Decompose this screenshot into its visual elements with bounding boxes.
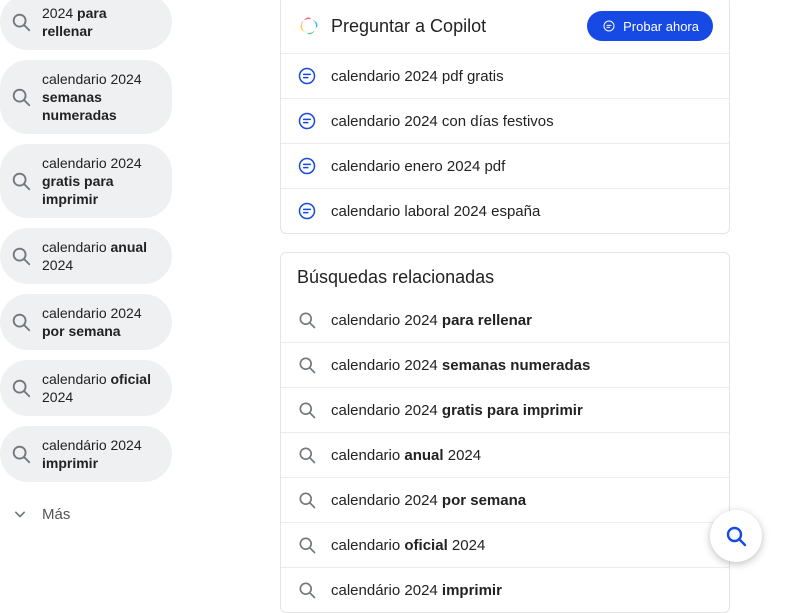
search-fab-button[interactable]: [710, 510, 762, 562]
related-search-item[interactable]: calendario 2024 por semana: [281, 477, 729, 522]
copilot-suggestion-list: calendario 2024 pdf gratis calendario 20…: [281, 54, 729, 233]
suggestion-text: calendario laboral 2024 españa: [331, 203, 540, 220]
pill-label: calendario anual 2024: [42, 238, 160, 274]
copilot-suggestion[interactable]: calendario 2024 con días festivos: [281, 98, 729, 143]
copilot-title: Preguntar a Copilot: [331, 16, 577, 37]
chat-icon: [297, 66, 317, 86]
related-search-text: calendario oficial 2024: [331, 537, 485, 554]
search-icon: [297, 310, 317, 330]
copilot-suggestion[interactable]: calendario 2024 pdf gratis: [281, 54, 729, 98]
search-icon: [10, 170, 32, 192]
related-search-text: calendario 2024 semanas numeradas: [331, 357, 590, 374]
related-search-item[interactable]: calendário 2024 imprimir: [281, 567, 729, 612]
related-search-text: calendário 2024 imprimir: [331, 582, 502, 599]
search-icon: [297, 355, 317, 375]
related-searches-list: calendario 2024 para rellenar calendario…: [281, 298, 729, 612]
pill-label: calendario 2024 por semana: [42, 304, 160, 340]
search-icon: [724, 524, 748, 548]
chat-icon: [601, 18, 617, 34]
copilot-icon: [297, 14, 321, 38]
copilot-suggestion[interactable]: calendario enero 2024 pdf: [281, 143, 729, 188]
search-icon: [297, 400, 317, 420]
try-now-label: Probar ahora: [623, 19, 699, 34]
show-more-button[interactable]: Más: [0, 492, 172, 536]
chevron-down-icon: [10, 504, 30, 524]
search-icon: [10, 443, 32, 465]
related-search-item[interactable]: calendario 2024 semanas numeradas: [281, 342, 729, 387]
try-now-button[interactable]: Probar ahora: [587, 11, 713, 41]
pill-label: calendario 2024 gratis para imprimir: [42, 154, 160, 208]
copilot-card: Preguntar a Copilot Probar ahora calenda…: [280, 0, 730, 234]
pill-label: calendário 2024 imprimir: [42, 436, 160, 472]
search-icon: [297, 445, 317, 465]
related-pill-column: 2024 para rellenar calendario 2024 seman…: [0, 0, 180, 600]
related-search-text: calendario anual 2024: [331, 447, 481, 464]
search-icon: [297, 535, 317, 555]
suggestion-text: calendario 2024 pdf gratis: [331, 68, 504, 85]
related-search-text: calendario 2024 para rellenar: [331, 312, 532, 329]
search-icon: [297, 490, 317, 510]
related-pill[interactable]: calendário 2024 imprimir: [0, 426, 172, 482]
related-pill[interactable]: calendario 2024 por semana: [0, 294, 172, 350]
related-searches-card: Búsquedas relacionadas calendario 2024 p…: [280, 252, 730, 613]
related-pill[interactable]: calendario 2024 semanas numeradas: [0, 60, 172, 134]
search-icon: [10, 377, 32, 399]
related-pill[interactable]: calendario 2024 gratis para imprimir: [0, 144, 172, 218]
related-search-item[interactable]: calendario oficial 2024: [281, 522, 729, 567]
pill-label: calendario oficial 2024: [42, 370, 160, 406]
suggestion-text: calendario 2024 con días festivos: [331, 113, 554, 130]
related-search-item[interactable]: calendario 2024 gratis para imprimir: [281, 387, 729, 432]
show-more-label: Más: [42, 506, 70, 523]
main-column: Preguntar a Copilot Probar ahora calenda…: [180, 0, 800, 600]
related-search-text: calendario 2024 por semana: [331, 492, 526, 509]
pill-label: 2024 para rellenar: [42, 4, 160, 40]
search-icon: [10, 245, 32, 267]
pill-label: calendario 2024 semanas numeradas: [42, 70, 160, 124]
copilot-header: Preguntar a Copilot Probar ahora: [281, 0, 729, 54]
related-pill[interactable]: calendario oficial 2024: [0, 360, 172, 416]
search-icon: [10, 11, 32, 33]
related-pill[interactable]: 2024 para rellenar: [0, 0, 172, 50]
search-icon: [10, 311, 32, 333]
related-searches-title: Búsquedas relacionadas: [281, 253, 729, 298]
chat-icon: [297, 201, 317, 221]
related-pill[interactable]: calendario anual 2024: [0, 228, 172, 284]
search-icon: [10, 86, 32, 108]
suggestion-text: calendario enero 2024 pdf: [331, 158, 505, 175]
related-search-item[interactable]: calendario anual 2024: [281, 432, 729, 477]
chat-icon: [297, 156, 317, 176]
related-search-item[interactable]: calendario 2024 para rellenar: [281, 298, 729, 342]
chat-icon: [297, 111, 317, 131]
copilot-suggestion[interactable]: calendario laboral 2024 españa: [281, 188, 729, 233]
related-search-text: calendario 2024 gratis para imprimir: [331, 402, 583, 419]
search-icon: [297, 580, 317, 600]
